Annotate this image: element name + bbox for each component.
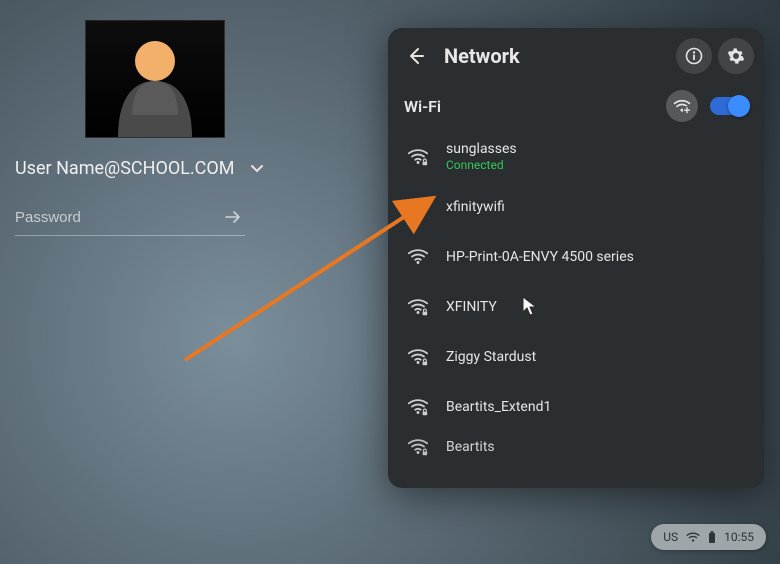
panel-title: Network xyxy=(444,44,676,68)
wifi-network-name: HP-Print-0A-ENVY 4500 series xyxy=(446,249,634,266)
wifi-network-item[interactable]: XFINITY xyxy=(394,282,758,332)
password-submit[interactable] xyxy=(221,205,245,229)
wifi-section-label: Wi-Fi xyxy=(404,97,666,116)
avatar-person-icon xyxy=(100,27,210,137)
wifi-network-name: Ziggy Stardust xyxy=(446,349,536,366)
wifi-signal-icon xyxy=(404,293,432,321)
info-icon xyxy=(685,47,703,65)
wifi-network-item[interactable]: HP-Print-0A-ENVY 4500 series xyxy=(394,232,758,282)
wifi-network-name: Beartits xyxy=(446,439,495,456)
wifi-network-list: sunglasses Connected xfinitywifi HP-Prin… xyxy=(388,132,764,470)
wifi-signal-icon xyxy=(404,343,432,371)
info-button[interactable] xyxy=(676,38,712,74)
user-menu-toggle[interactable] xyxy=(248,160,266,178)
settings-button[interactable] xyxy=(718,38,754,74)
wifi-signal-icon xyxy=(404,243,432,271)
wifi-network-item[interactable]: Beartits xyxy=(394,432,758,462)
arrow-right-icon xyxy=(223,207,243,227)
wifi-network-name: XFINITY xyxy=(446,299,497,316)
wifi-network-item[interactable]: sunglasses Connected xyxy=(394,132,758,182)
wifi-network-item[interactable]: Ziggy Stardust xyxy=(394,332,758,382)
wifi-signal-icon xyxy=(404,393,432,421)
wifi-add-icon xyxy=(672,96,692,116)
status-tray[interactable]: US 10:55 xyxy=(651,524,766,550)
wifi-network-name: xfinitywifi xyxy=(446,199,505,216)
wifi-toggle[interactable] xyxy=(710,97,748,115)
chevron-down-icon xyxy=(250,162,264,176)
username-label: User Name@SCHOOL.COM xyxy=(15,158,234,179)
password-input[interactable] xyxy=(15,209,221,226)
wifi-network-item[interactable]: Beartits_Extend1 xyxy=(394,382,758,432)
wifi-status-icon xyxy=(686,531,700,543)
wifi-network-name: sunglasses xyxy=(446,141,517,158)
password-row xyxy=(15,205,245,236)
battery-status-icon xyxy=(708,531,716,544)
gear-icon xyxy=(727,47,745,65)
wifi-network-status: Connected xyxy=(446,158,517,172)
wifi-signal-icon xyxy=(404,143,432,171)
add-network-button[interactable] xyxy=(666,90,698,122)
network-panel: Network Wi-Fi sunglasses C xyxy=(388,28,764,488)
locale-indicator: US xyxy=(663,530,678,544)
wifi-network-name: Beartits_Extend1 xyxy=(446,399,551,416)
back-button[interactable] xyxy=(398,38,434,74)
login-area: User Name@SCHOOL.COM xyxy=(15,20,345,236)
arrow-left-icon xyxy=(406,46,426,66)
clock: 10:55 xyxy=(724,530,754,544)
wifi-signal-icon xyxy=(404,433,432,461)
avatar xyxy=(85,20,225,138)
wifi-network-item[interactable]: xfinitywifi xyxy=(394,182,758,232)
wifi-signal-icon xyxy=(404,193,432,221)
